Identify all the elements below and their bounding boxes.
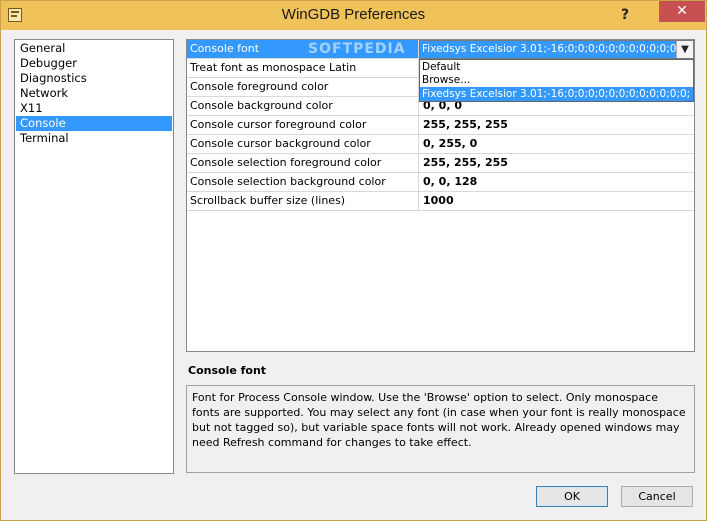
console-font-combobox[interactable]: Fixedsys Excelsior 3.01;-16;0;0;0;0;0;0;… (419, 40, 694, 59)
dropdown-option-browse[interactable]: Browse... (420, 74, 693, 87)
close-icon: ✕ (676, 3, 688, 19)
property-row-selection-foreground-color[interactable]: Console selection foreground color 255, … (187, 154, 694, 173)
title-bar[interactable]: WinGDB Preferences ? ✕ (1, 1, 706, 30)
category-item-terminal[interactable]: Terminal (16, 131, 172, 146)
category-item-console[interactable]: Console (16, 116, 172, 131)
property-row-cursor-foreground-color[interactable]: Console cursor foreground color 255, 255… (187, 116, 694, 135)
description-box: Font for Process Console window. Use the… (186, 385, 695, 473)
property-name[interactable]: Treat font as monospace Latin (187, 59, 419, 77)
dropdown-option-default[interactable]: Default (420, 61, 693, 74)
dropdown-option-fixedsys[interactable]: Fixedsys Excelsior 3.01;-16;0;0;0;0;0;0;… (420, 87, 693, 101)
property-name[interactable]: Console background color (187, 97, 419, 115)
console-font-dropdown-list[interactable]: Default Browse... Fixedsys Excelsior 3.0… (419, 59, 694, 102)
category-item-diagnostics[interactable]: Diagnostics (16, 71, 172, 86)
property-value[interactable]: 0, 255, 0 (420, 135, 694, 153)
console-font-value[interactable]: Fixedsys Excelsior 3.01;-16;0;0;0;0;0;0;… (420, 41, 676, 58)
property-name[interactable]: Scrollback buffer size (lines) (187, 192, 419, 210)
cancel-button[interactable]: Cancel (621, 486, 693, 507)
property-name[interactable]: Console cursor foreground color (187, 116, 419, 134)
watermark: SOFTPEDIA (308, 41, 406, 57)
property-value[interactable]: 255, 255, 255 (420, 154, 694, 172)
category-list[interactable]: General Debugger Diagnostics Network X11… (14, 39, 174, 474)
property-value[interactable]: 0, 0, 128 (420, 173, 694, 191)
category-item-general[interactable]: General (16, 41, 172, 56)
property-row-selection-background-color[interactable]: Console selection background color 0, 0,… (187, 173, 694, 192)
preferences-window: WinGDB Preferences ? ✕ General Debugger … (0, 0, 707, 521)
property-name[interactable]: Console foreground color (187, 78, 419, 96)
property-value[interactable]: 1000 (420, 192, 694, 210)
property-row-cursor-background-color[interactable]: Console cursor background color 0, 255, … (187, 135, 694, 154)
property-row-scrollback-size[interactable]: Scrollback buffer size (lines) 1000 (187, 192, 694, 211)
ok-button[interactable]: OK (536, 486, 608, 507)
property-value[interactable]: 255, 255, 255 (420, 116, 694, 134)
help-button[interactable]: ? (613, 4, 637, 26)
property-name[interactable]: Console selection background color (187, 173, 419, 191)
chevron-down-icon[interactable]: ▼ (676, 41, 693, 58)
category-item-network[interactable]: Network (16, 86, 172, 101)
close-button[interactable]: ✕ (659, 1, 705, 22)
category-item-x11[interactable]: X11 (16, 101, 172, 116)
category-item-debugger[interactable]: Debugger (16, 56, 172, 71)
description-title: Console font (188, 364, 267, 377)
property-name[interactable]: Console cursor background color (187, 135, 419, 153)
property-name[interactable]: Console selection foreground color (187, 154, 419, 172)
description-text: Font for Process Console window. Use the… (192, 391, 686, 449)
window-title: WinGDB Preferences (281, 6, 426, 23)
